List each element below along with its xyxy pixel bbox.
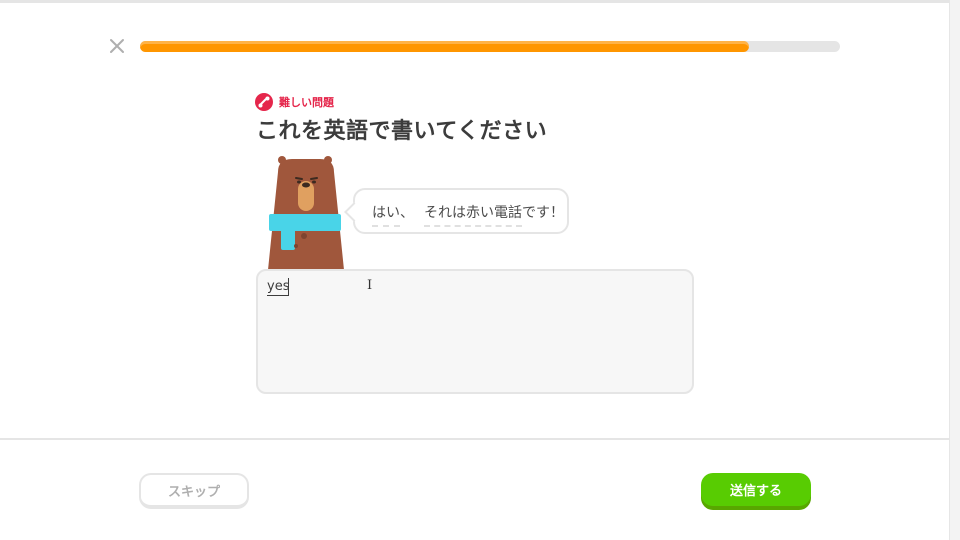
badge-label: 難しい問題 (279, 96, 334, 109)
speech-token[interactable]: はい (372, 202, 400, 227)
answer-textarea[interactable]: yes I (256, 269, 694, 394)
speech-punctuation: 、 (400, 205, 414, 221)
progress-bar (140, 41, 840, 52)
submit-button[interactable]: 送信する (701, 473, 811, 506)
close-icon (110, 39, 124, 53)
footer-divider (0, 438, 950, 440)
close-button[interactable] (106, 35, 128, 57)
lesson-page: 難しい問題 これを英語で書いてください はい 、 それは赤い電話 です！ yes… (0, 0, 960, 540)
progress-fill (140, 41, 749, 52)
answer-text: yes (267, 279, 290, 296)
mouse-cursor-icon: I (367, 278, 373, 293)
speech-bubble: はい 、 それは赤い電話 です！ (344, 188, 569, 234)
flex-arm-icon (255, 93, 273, 111)
speech-token-tail: です！ (522, 205, 564, 221)
bear-character (264, 152, 350, 270)
text-caret (288, 278, 289, 295)
speech-token[interactable]: それは赤い電話 (424, 202, 522, 227)
hard-challenge-badge: 難しい問題 (255, 93, 334, 111)
scrollbar[interactable] (949, 0, 960, 540)
skip-button[interactable]: スキップ (139, 473, 249, 509)
top-border (0, 0, 960, 3)
prompt-title: これを英語で書いてください (256, 119, 548, 144)
speech-text: はい 、 それは赤い電話 です！ (372, 202, 564, 227)
